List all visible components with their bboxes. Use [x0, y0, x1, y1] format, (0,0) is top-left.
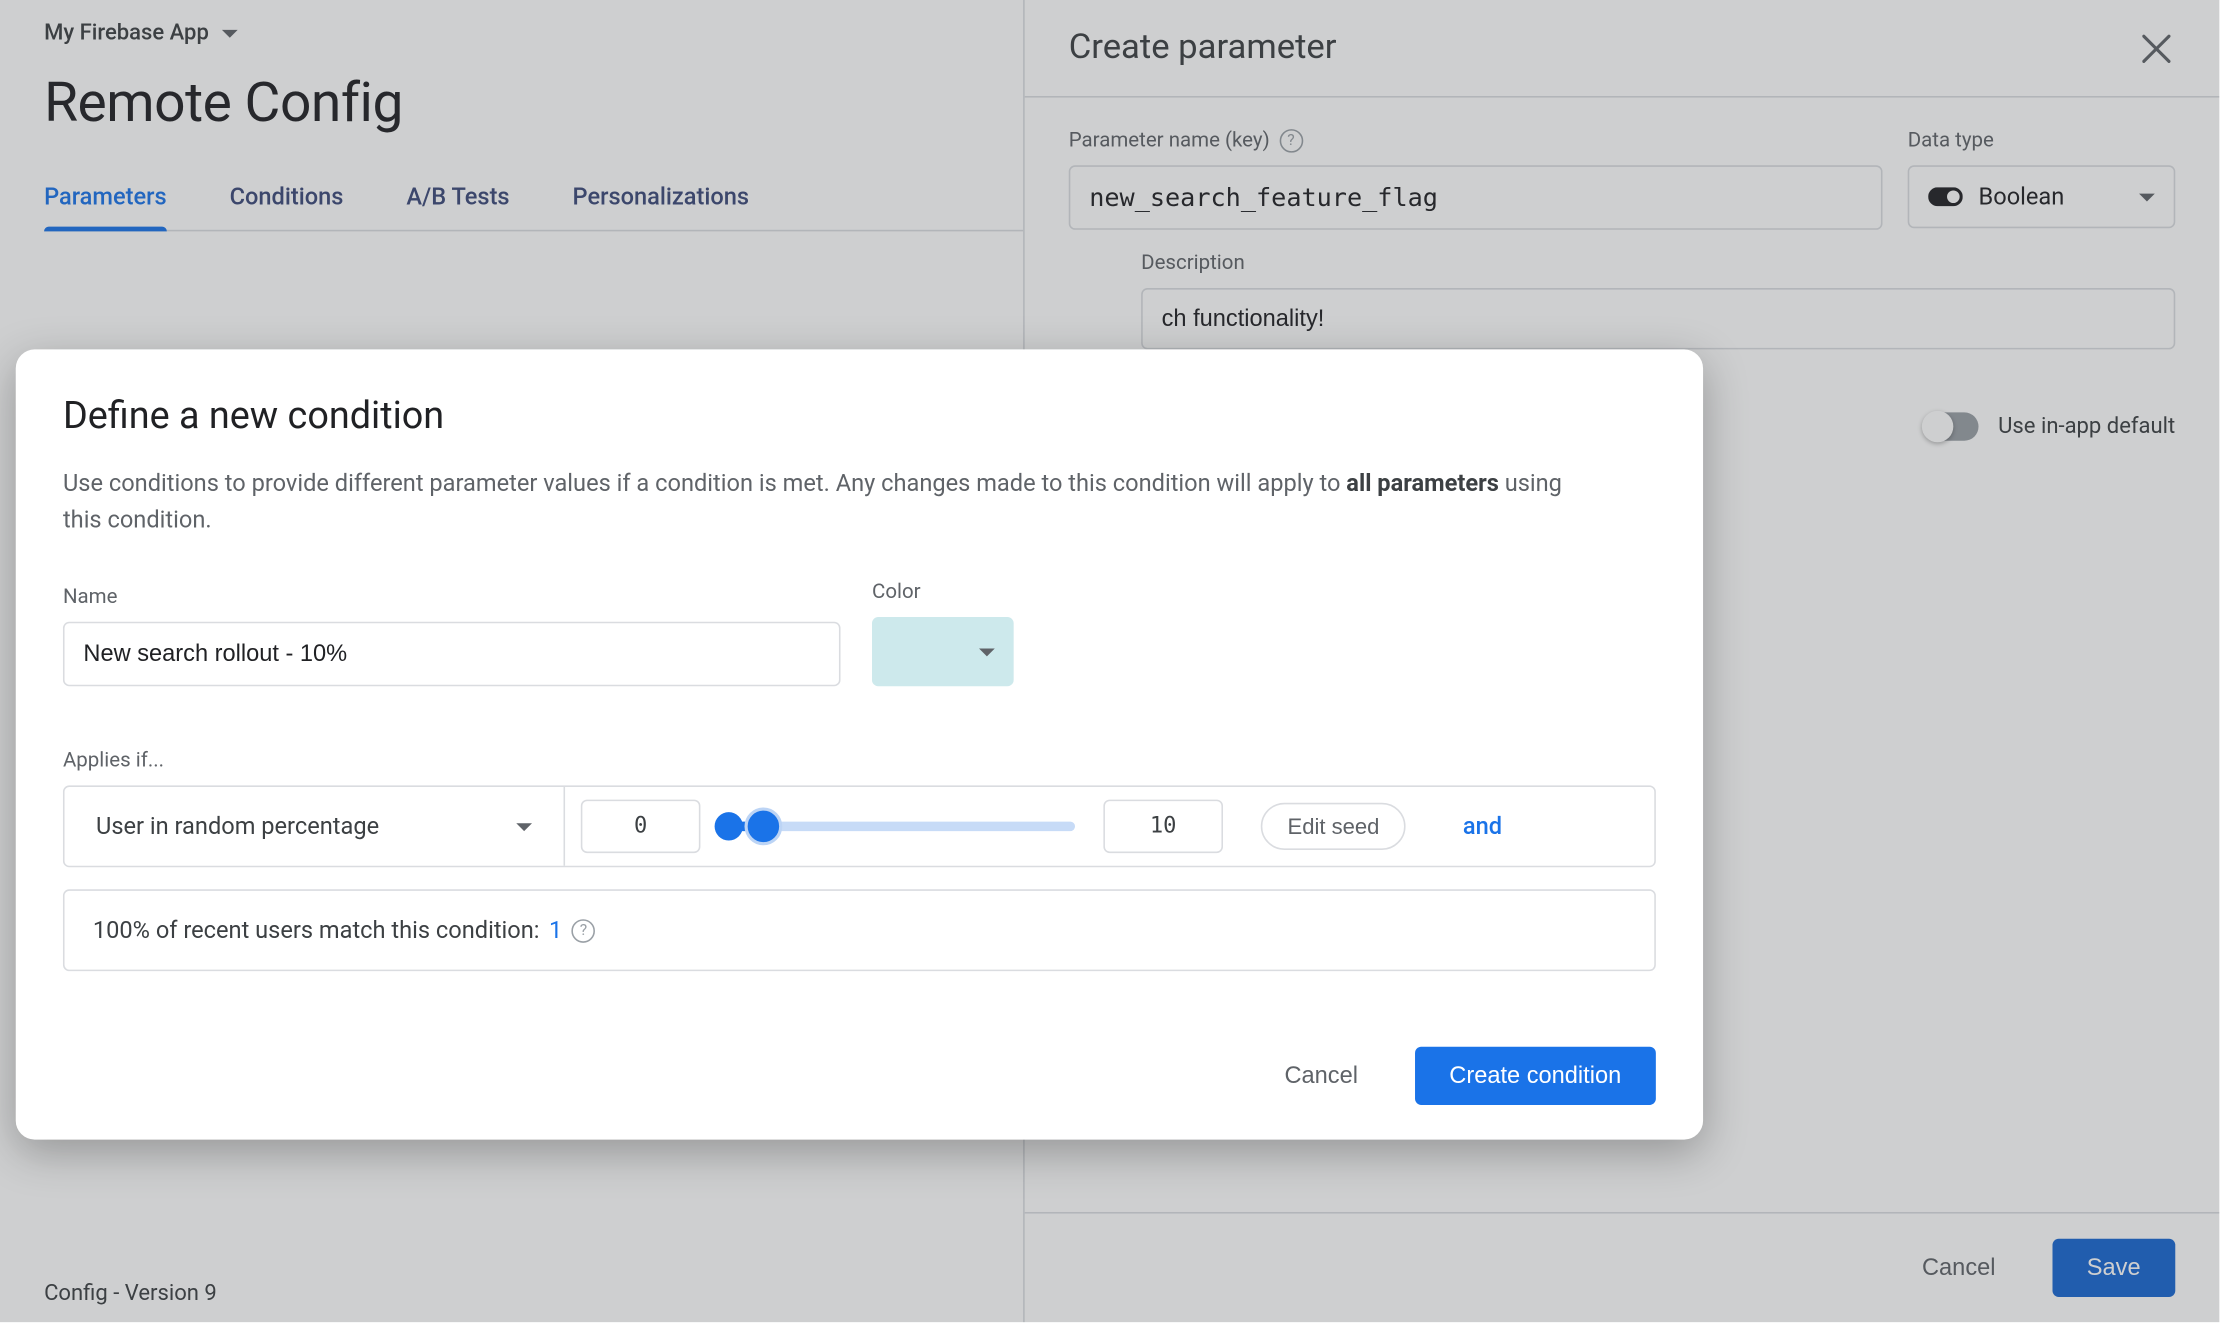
- condition-color-picker[interactable]: [872, 617, 1014, 686]
- applies-if-row: User in random percentage Edit seed and: [63, 785, 1656, 867]
- condition-name-label: Name: [63, 586, 841, 610]
- chevron-down-icon: [516, 822, 532, 830]
- condition-type-value: User in random percentage: [96, 812, 379, 840]
- chevron-down-icon: [979, 648, 995, 656]
- condition-type-select[interactable]: User in random percentage: [65, 787, 566, 866]
- percentage-slider[interactable]: [729, 822, 1075, 831]
- slider-thumb-start[interactable]: [715, 812, 743, 840]
- modal-subtitle-prefix: Use conditions to provide different para…: [63, 469, 1346, 497]
- percentage-to-input[interactable]: [1103, 800, 1223, 854]
- modal-cancel-button[interactable]: Cancel: [1266, 1050, 1377, 1102]
- modal-subtitle: Use conditions to provide different para…: [63, 466, 1606, 537]
- match-count: 1: [549, 916, 562, 944]
- condition-name-input[interactable]: [63, 622, 841, 687]
- match-text: 100% of recent users match this conditio…: [93, 916, 540, 944]
- applies-if-label: Applies if...: [63, 749, 1656, 773]
- edit-seed-button[interactable]: Edit seed: [1261, 803, 1406, 850]
- match-summary: 100% of recent users match this conditio…: [63, 889, 1656, 971]
- percentage-from-input[interactable]: [581, 800, 701, 854]
- define-condition-modal: Define a new condition Use conditions to…: [16, 349, 1703, 1139]
- modal-subtitle-bold: all parameters: [1346, 469, 1499, 497]
- slider-thumb-end[interactable]: [745, 807, 783, 845]
- condition-color-label: Color: [872, 581, 1014, 605]
- add-and-clause[interactable]: and: [1463, 812, 1502, 840]
- help-icon[interactable]: ?: [572, 918, 596, 942]
- modal-title: Define a new condition: [63, 394, 1656, 438]
- create-condition-button[interactable]: Create condition: [1415, 1047, 1656, 1105]
